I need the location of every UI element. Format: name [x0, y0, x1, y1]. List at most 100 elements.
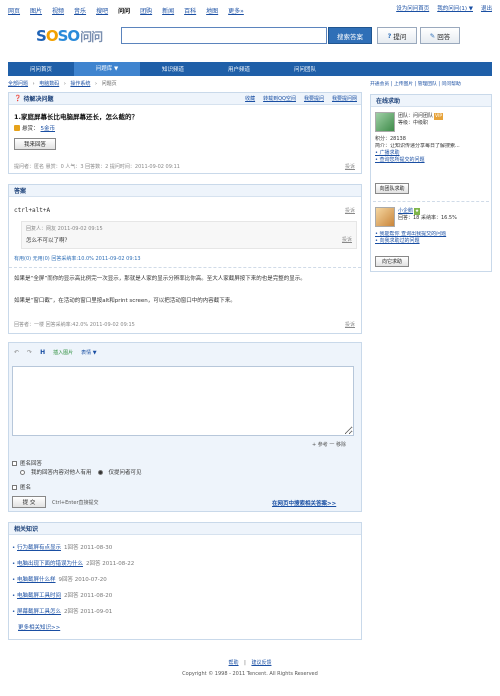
- search-web-answers-link[interactable]: 在网页中搜索相关答案>>: [272, 499, 336, 507]
- coin-icon: [14, 125, 20, 131]
- topnav-soba[interactable]: 搜吧: [96, 6, 108, 15]
- topnav-baike[interactable]: 百科: [184, 6, 196, 15]
- pencil-icon: ✎: [429, 31, 436, 40]
- insert-image-button[interactable]: 插入图片: [53, 349, 73, 356]
- reward-link[interactable]: 5金币: [41, 124, 56, 132]
- search-input[interactable]: [121, 27, 327, 44]
- broadcast-help-link[interactable]: 广播求助: [375, 150, 489, 157]
- redo-icon[interactable]: ↷: [27, 349, 32, 356]
- nav-knowledge[interactable]: 知识频道: [140, 65, 206, 73]
- soso-logo[interactable]: SOSO问问: [36, 27, 103, 45]
- comment-text: 怎么不可以了啊？: [26, 238, 71, 244]
- topnav-music[interactable]: 音乐: [74, 6, 86, 15]
- team-avatar[interactable]: [375, 112, 395, 132]
- answer1-report[interactable]: 投诉: [345, 207, 355, 214]
- editor-toolbar: ↶ ↷ H 插入图片 表情 ▼: [14, 349, 97, 356]
- submit-button[interactable]: 提 交: [12, 496, 46, 508]
- share-qzone-link[interactable]: 转载到QQ空间: [263, 95, 296, 102]
- nav-team[interactable]: 问问团队: [272, 65, 338, 73]
- ask-net-link[interactable]: 我要提问网: [332, 95, 357, 102]
- footer-help-link[interactable]: 帮助: [229, 660, 239, 666]
- question-status-icon: ❓: [14, 95, 22, 102]
- user-help-link-2[interactable]: 向我求助过的问题: [375, 238, 489, 245]
- question-box: ❓ 待解决问题 收藏 转载到QQ空间 我要提问 我要提问网 1.家庭屏幕长比电脑…: [8, 92, 362, 174]
- footer: 帮助 | 建议反馈 Copyright © 1998 - 2011 Tencen…: [0, 659, 500, 677]
- answer2-para1: 如果是“全屏”而你的显示高比例完一次显示，那就是人家的显示分辨率比你高。至大人家…: [14, 276, 306, 282]
- footer-feedback-link[interactable]: 建议反馈: [251, 660, 271, 666]
- shortcut-hint: Ctrl+Enter直接提交: [52, 500, 99, 506]
- nav-question-library[interactable]: 问题库 ▼: [74, 62, 140, 76]
- answers-box: 答案 ctrl+alt+A 投诉 回复人：网友 2011-09-02 09:15…: [8, 184, 362, 334]
- logout-link[interactable]: 退出: [481, 4, 492, 12]
- topnav-image[interactable]: 图片: [30, 6, 42, 15]
- query-submitted-link[interactable]: 查询您所提交的问题: [375, 157, 489, 164]
- option2-radio[interactable]: [97, 469, 103, 475]
- answer-textarea[interactable]: [12, 366, 354, 436]
- emoticon-button[interactable]: 表情 ▼: [81, 349, 96, 356]
- topnav-tuangou[interactable]: 团购: [140, 6, 152, 15]
- editor-count[interactable]: + 参考 一 移除: [312, 441, 346, 448]
- topnav-wenwen[interactable]: 问问: [118, 6, 130, 15]
- answer-button[interactable]: ✎ 回答: [420, 27, 460, 44]
- crumb-sep: ›: [95, 81, 98, 87]
- visibility-options: 我的回答内容对他人有用 仅提问者可见: [20, 468, 142, 476]
- ask-button[interactable]: ? 提问: [377, 27, 417, 44]
- anon-checkbox[interactable]: [12, 460, 17, 466]
- answers-header: 答案: [9, 185, 361, 197]
- related-item[interactable]: 电脑截屏工具时间2回答 2011-08-20: [12, 591, 112, 599]
- nav-home[interactable]: 问问首页: [8, 65, 74, 73]
- team-score: 积分：28138: [375, 136, 406, 142]
- related-item[interactable]: 电脑截屏什么样9回答 2010-07-20: [12, 575, 107, 583]
- team-level: 等级：中级职: [398, 120, 429, 126]
- answer1-meta: 有用(0) 无用(0) 回答采纳率:10.0% 2011-09-02 09:13: [14, 256, 141, 262]
- hide-row: 匿名: [12, 483, 31, 491]
- heading-button[interactable]: H: [40, 349, 45, 356]
- topnav-news[interactable]: 新闻: [162, 6, 174, 15]
- related-more-link[interactable]: 更多相关知识>>: [18, 623, 60, 631]
- my-wenwen-link[interactable]: 我的问问(1) ▼: [437, 4, 473, 12]
- crumb-os[interactable]: 操作系统: [70, 81, 90, 87]
- header-right-links[interactable]: 开通会员 | 上传图片 | 管理团队 | 问问帮助: [370, 80, 492, 87]
- user-help-link-1[interactable]: 我能帮你 查询出我提交的问题: [375, 231, 489, 238]
- comment-user: 回复人：网友 2011-09-02 09:15: [26, 226, 103, 232]
- option2-label: 仅提问者可见: [108, 470, 142, 476]
- crumb-sep: ›: [63, 81, 66, 87]
- user-help-button[interactable]: 向它求助: [375, 256, 409, 267]
- hide-checkbox[interactable]: [12, 484, 17, 490]
- set-home-link[interactable]: 设为问问首页: [396, 4, 429, 12]
- divider: [9, 267, 361, 268]
- footer-links: 帮助 | 建议反馈: [228, 660, 272, 666]
- undo-icon[interactable]: ↶: [14, 349, 19, 356]
- related-header: 相关知识: [9, 523, 361, 535]
- question-report-link[interactable]: 投诉: [345, 163, 355, 170]
- related-item[interactable]: 行为截屏有点显示1回答 2011-08-30: [12, 543, 112, 551]
- team-help-button[interactable]: 向团队求助: [375, 183, 409, 194]
- answer-now-button[interactable]: 我来回答: [14, 138, 56, 150]
- topnav-map[interactable]: 地图: [206, 6, 218, 15]
- topnav-web[interactable]: 网页: [8, 6, 20, 15]
- topnav-more[interactable]: 更多»: [228, 6, 244, 15]
- related-item[interactable]: 屏幕截屏工具怎么2回答 2011-09-01: [12, 607, 112, 615]
- sidebar-divider: [373, 201, 489, 202]
- favorite-link[interactable]: 收藏: [245, 95, 255, 102]
- question-actions: 收藏 转载到QQ空间 我要提问 我要提问网: [245, 95, 357, 102]
- option1-radio[interactable]: [20, 469, 25, 475]
- crumb-all[interactable]: 全部问题: [8, 81, 28, 87]
- breadcrumb: 全部问题 › 电脑数码 › 操作系统 › 问题页: [8, 80, 362, 87]
- topnav-video[interactable]: 视频: [52, 6, 64, 15]
- crumb-digital[interactable]: 电脑数码: [39, 81, 59, 87]
- answer2-report[interactable]: 投诉: [345, 321, 355, 328]
- user-info: 小企鹅 ★ 回答：18 采纳率：16.5%: [398, 208, 490, 222]
- anon-label: 匿名回答: [20, 461, 43, 467]
- search-button[interactable]: 搜索答案: [328, 27, 372, 44]
- question-icon: ?: [387, 31, 392, 40]
- nav-users[interactable]: 用户频道: [206, 65, 272, 73]
- comment-report[interactable]: 投诉: [342, 236, 352, 243]
- team-details: 积分：28138 简介：让知识传递分享每日了解搜索... 广播求助 查询您所提交…: [375, 136, 489, 164]
- reward-row: 悬赏： 5金币: [14, 124, 55, 132]
- user-avatar[interactable]: [375, 207, 395, 227]
- ask-link[interactable]: 我要提问: [304, 95, 324, 102]
- answer1-text: ctrl+alt+A: [14, 207, 51, 214]
- related-item[interactable]: 电脑出现下面的错误为什么2回答 2011-08-22: [12, 559, 134, 567]
- user-name: 小企鹅 ★: [398, 208, 421, 215]
